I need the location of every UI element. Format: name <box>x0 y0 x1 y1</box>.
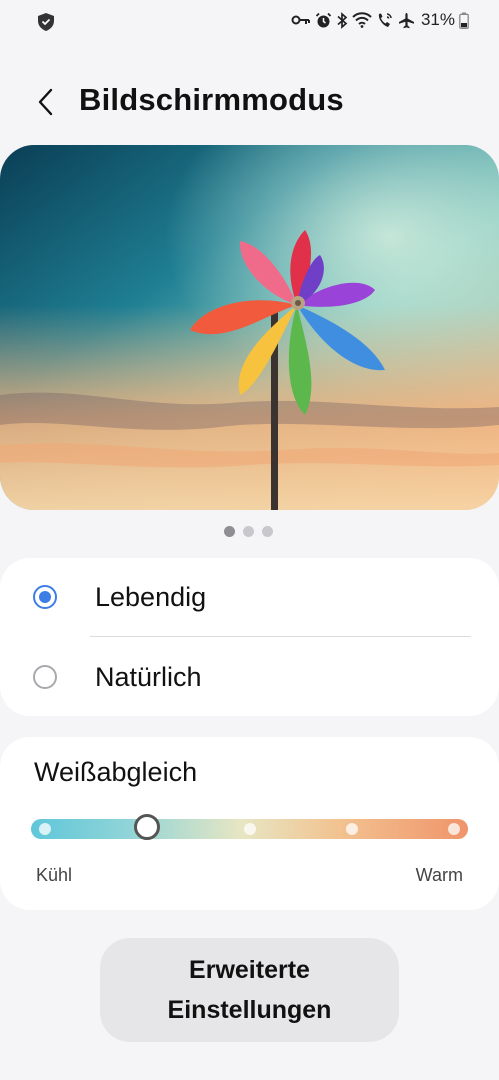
wifi-icon <box>352 12 372 28</box>
page-dot[interactable] <box>243 526 254 537</box>
option-label: Natürlich <box>95 661 202 692</box>
app-bar: Bildschirmmodus <box>0 78 499 126</box>
page-dot[interactable] <box>224 526 235 537</box>
divider <box>90 636 471 637</box>
chevron-left-icon <box>38 88 53 116</box>
white-balance-slider[interactable] <box>31 814 468 840</box>
radio-button-unselected[interactable] <box>33 665 57 689</box>
battery-icon <box>459 12 469 29</box>
pinwheel-image <box>0 145 499 510</box>
advanced-settings-button[interactable]: Erweiterte Einstellungen <box>100 938 399 1042</box>
white-balance-title: Weißabgleich <box>34 757 198 787</box>
preview-page-indicator <box>224 526 273 537</box>
page-title: Bildschirmmodus <box>79 82 344 117</box>
alarm-icon <box>315 12 332 29</box>
radio-button-selected[interactable] <box>33 585 57 609</box>
slider-step-dot <box>345 823 358 835</box>
option-lebendig[interactable]: Lebendig <box>0 558 499 636</box>
screen: 31% Bildschirmmodus Lebendig Natürlich W… <box>0 0 499 1080</box>
advanced-settings-line1: Erweiterte <box>189 956 310 984</box>
white-balance-card: Weißabgleich Kühl Warm <box>0 737 499 910</box>
page-dot[interactable] <box>262 526 273 537</box>
cool-label: Kühl <box>36 865 73 885</box>
shield-icon <box>36 12 56 37</box>
airplane-icon <box>398 12 415 29</box>
battery-percentage: 31% <box>420 10 455 29</box>
option-label: Lebendig <box>95 581 207 612</box>
slider-step-dot <box>448 823 460 835</box>
bluetooth-icon <box>336 11 348 29</box>
status-icons: 31% <box>291 10 469 30</box>
preview-image[interactable] <box>0 145 499 510</box>
slider-step-dot <box>39 823 51 835</box>
advanced-settings-label: Erweiterte Einstellungen <box>168 950 332 1030</box>
back-button[interactable] <box>28 82 62 122</box>
slider-thumb[interactable] <box>134 814 161 840</box>
vpn-key-icon <box>291 13 311 27</box>
wifi-calling-icon <box>376 12 394 29</box>
warm-label: Warm <box>415 865 463 885</box>
status-bar: 31% <box>0 0 499 44</box>
screen-mode-card: Lebendig Natürlich <box>0 558 499 716</box>
slider-step-dot <box>243 823 256 835</box>
option-natuerlich[interactable]: Natürlich <box>0 638 499 716</box>
advanced-settings-line2: Einstellungen <box>167 996 332 1024</box>
